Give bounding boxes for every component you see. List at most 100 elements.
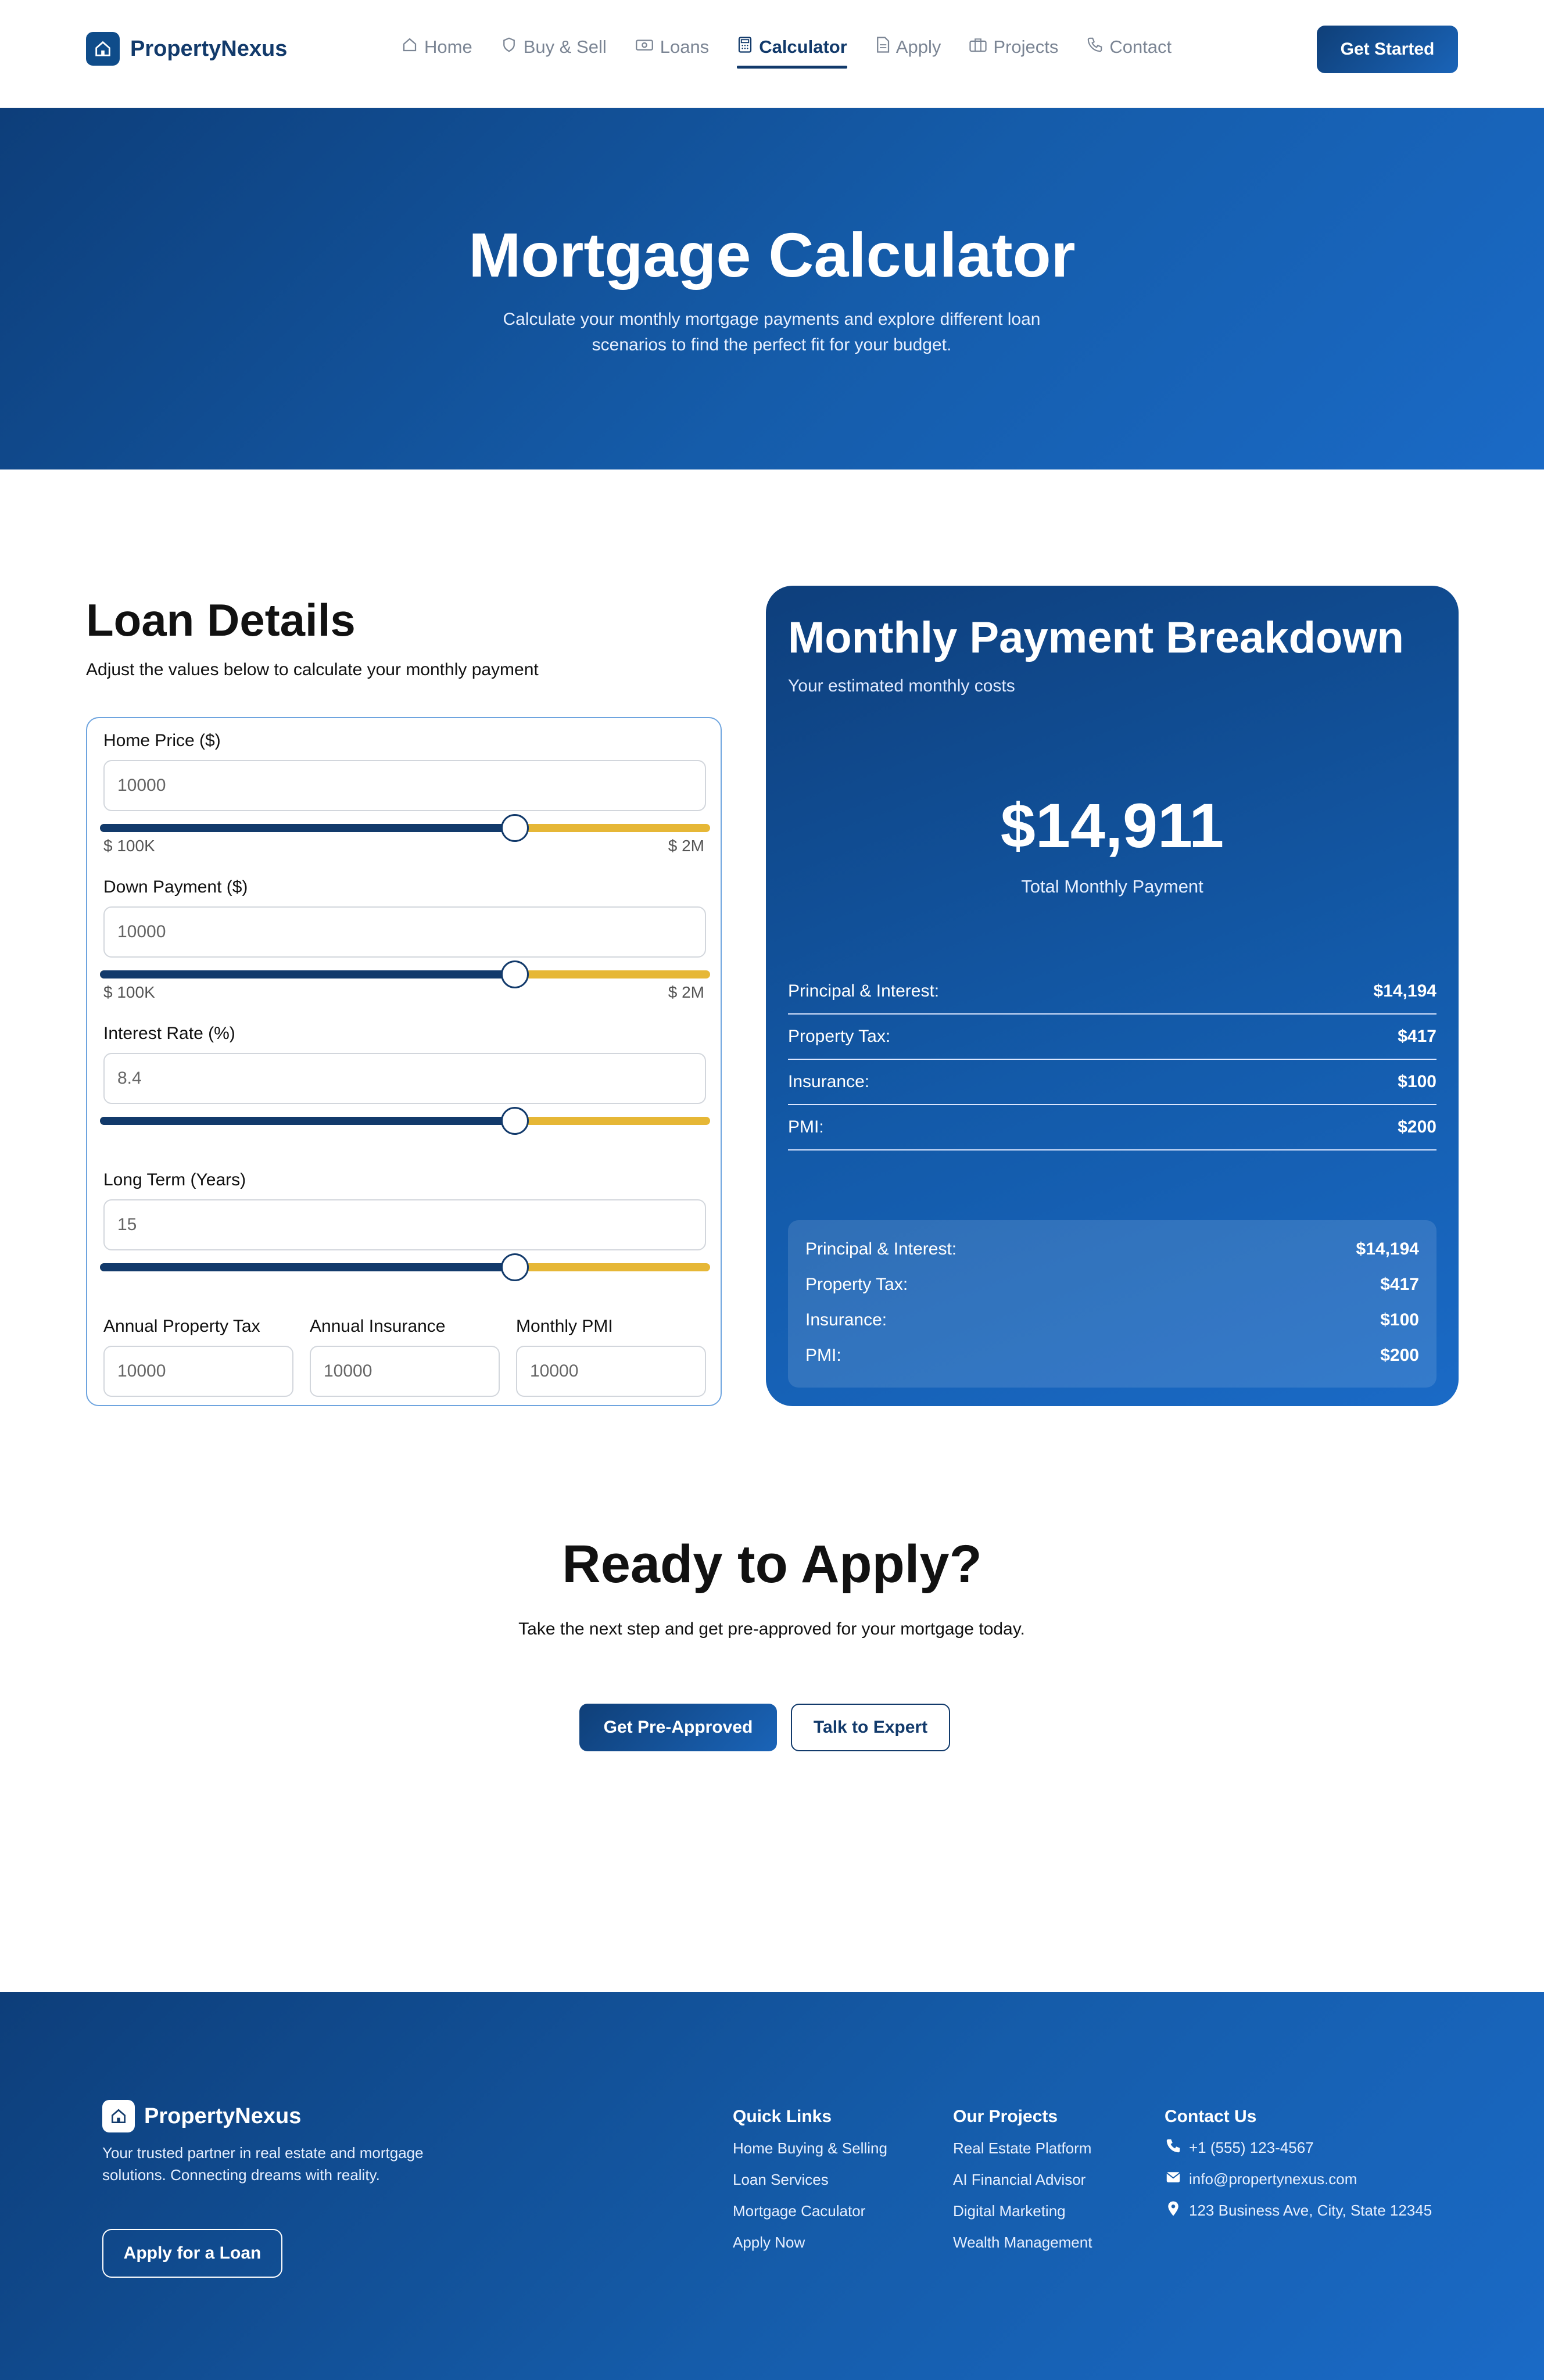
nav-apply-label: Apply <box>895 37 941 57</box>
site-footer: PropertyNexus Your trusted partner in re… <box>0 1992 1544 2380</box>
breakdown-row-value: $200 <box>1398 1117 1436 1137</box>
quick-links-title: Quick Links <box>733 2107 832 2126</box>
nav-projects[interactable]: Projects <box>969 36 1058 63</box>
footer-brand-name: PropertyNexus <box>144 2103 302 2128</box>
down-payment-max: $ 2M <box>668 983 704 1001</box>
nav-calculator-label: Calculator <box>759 37 847 57</box>
property-tax-label: Annual Property Tax <box>103 1317 260 1336</box>
down-payment-label: Down Payment ($) <box>103 877 248 897</box>
summary-row: Principal & Interest: $14,194 <box>805 1232 1419 1267</box>
footer-brand[interactable]: PropertyNexus <box>102 2100 301 2132</box>
summary-row-value: $200 <box>1380 1346 1419 1365</box>
hero-title: Mortgage Calculator <box>468 220 1076 290</box>
home-icon <box>401 36 418 58</box>
home-price-min: $ 100K <box>103 837 155 855</box>
interest-rate-slider-thumb[interactable] <box>501 1107 529 1135</box>
footer-link[interactable]: AI Financial Advisor <box>953 2171 1086 2189</box>
footer-link[interactable]: Wealth Management <box>953 2234 1092 2252</box>
breakdown-row-label: Insurance: <box>788 1072 870 1091</box>
top-navbar: PropertyNexus Home Buy & Sell Loans Calc… <box>0 0 1544 108</box>
shield-icon <box>500 36 518 58</box>
pmi-input[interactable]: 10000 <box>516 1346 706 1397</box>
down-payment-slider-fill <box>100 970 515 978</box>
loan-term-input[interactable]: 15 <box>103 1199 706 1250</box>
down-payment-input[interactable]: 10000 <box>103 906 706 958</box>
summary-row: Insurance: $100 <box>805 1303 1419 1338</box>
banknote-icon <box>635 36 654 58</box>
loan-details-title: Loan Details <box>86 594 356 646</box>
home-price-slider[interactable] <box>100 814 710 842</box>
brand-logo[interactable]: PropertyNexus <box>86 32 287 66</box>
summary-row: PMI: $200 <box>805 1338 1419 1373</box>
briefcase-icon <box>969 36 987 58</box>
apply-for-loan-button[interactable]: Apply for a Loan <box>102 2229 282 2278</box>
breakdown-row-value: $100 <box>1398 1072 1436 1091</box>
loan-term-slider[interactable] <box>100 1253 710 1281</box>
cta-subtitle: Take the next step and get pre-approved … <box>518 1619 1025 1639</box>
breakdown-row-label: Principal & Interest: <box>788 981 940 1001</box>
home-price-input[interactable]: 10000 <box>103 760 706 811</box>
footer-link[interactable]: Real Estate Platform <box>953 2139 1091 2157</box>
property-tax-input[interactable]: 10000 <box>103 1346 293 1397</box>
footer-phone[interactable]: +1 (555) 123-4567 <box>1165 2137 1314 2159</box>
hero-banner: Mortgage Calculator Calculate your month… <box>0 108 1544 469</box>
insurance-label: Annual Insurance <box>310 1317 446 1336</box>
footer-link[interactable]: Loan Services <box>733 2171 829 2189</box>
interest-rate-input[interactable]: 8.4 <box>103 1053 706 1104</box>
pmi-label: Monthly PMI <box>516 1317 613 1336</box>
loan-term-label: Long Term (Years) <box>103 1170 246 1189</box>
phone-icon <box>1165 2137 1182 2159</box>
nav-loans[interactable]: Loans <box>635 36 709 63</box>
nav-calculator[interactable]: Calculator <box>737 36 847 69</box>
get-started-button[interactable]: Get Started <box>1317 26 1458 73</box>
hero-subtitle: Calculate your monthly mortgage payments… <box>503 310 1041 354</box>
nav-apply[interactable]: Apply <box>875 36 941 63</box>
footer-address: 123 Business Ave, City, State 12345 <box>1165 2200 1432 2221</box>
down-payment-slider[interactable] <box>100 960 710 988</box>
home-price-slider-thumb[interactable] <box>501 814 529 842</box>
interest-rate-slider-fill <box>100 1117 515 1125</box>
nav-contact-label: Contact <box>1109 37 1172 57</box>
interest-rate-slider[interactable] <box>100 1107 710 1135</box>
home-price-slider-fill <box>100 824 515 832</box>
total-monthly-payment-label: Total Monthly Payment <box>1021 876 1203 897</box>
nav-buy-sell-label: Buy & Sell <box>523 37 607 57</box>
breakdown-row: Principal & Interest: $14,194 <box>788 969 1436 1015</box>
down-payment-min: $ 100K <box>103 983 155 1001</box>
footer-link[interactable]: Mortgage Caculator <box>733 2202 865 2220</box>
footer-description: Your trusted partner in real estate and … <box>102 2144 424 2184</box>
total-monthly-payment: $14,911 <box>1000 790 1224 861</box>
nav-loans-label: Loans <box>660 37 710 57</box>
get-pre-approved-button[interactable]: Get Pre-Approved <box>579 1704 777 1751</box>
document-icon <box>875 36 890 58</box>
interest-rate-label: Interest Rate (%) <box>103 1024 235 1043</box>
summary-row: Property Tax: $417 <box>805 1267 1419 1302</box>
contact-us-title: Contact Us <box>1165 2107 1257 2126</box>
breakdown-subtitle: Your estimated monthly costs <box>788 676 1015 696</box>
footer-phone-text: +1 (555) 123-4567 <box>1189 2139 1314 2156</box>
payment-breakdown-card: Monthly Payment Breakdown Your estimated… <box>766 586 1459 1406</box>
footer-link[interactable]: Apply Now <box>733 2234 805 2252</box>
loan-details-subtitle: Adjust the values below to calculate you… <box>86 660 539 679</box>
phone-icon <box>1086 36 1104 58</box>
loan-term-slider-thumb[interactable] <box>501 1253 529 1281</box>
footer-email[interactable]: info@propertynexus.com <box>1165 2168 1357 2190</box>
down-payment-slider-thumb[interactable] <box>501 960 529 988</box>
nav-contact[interactable]: Contact <box>1086 36 1172 63</box>
home-logo-icon <box>102 2100 135 2132</box>
breakdown-title: Monthly Payment Breakdown <box>788 613 1404 662</box>
footer-link[interactable]: Home Buying & Selling <box>733 2139 887 2157</box>
talk-to-expert-button[interactable]: Talk to Expert <box>791 1704 950 1751</box>
footer-email-text: info@propertynexus.com <box>1189 2170 1357 2188</box>
nav-home[interactable]: Home <box>401 36 472 63</box>
home-logo-icon <box>86 32 120 66</box>
breakdown-summary-box: Principal & Interest: $14,194 Property T… <box>788 1220 1436 1388</box>
footer-link[interactable]: Digital Marketing <box>953 2202 1066 2220</box>
nav-home-label: Home <box>424 37 472 57</box>
loan-term-slider-fill <box>100 1263 515 1271</box>
our-projects-title: Our Projects <box>953 2107 1058 2126</box>
calculator-icon <box>737 36 753 58</box>
nav-buy-sell[interactable]: Buy & Sell <box>500 36 607 63</box>
summary-row-label: PMI: <box>805 1346 841 1365</box>
insurance-input[interactable]: 10000 <box>310 1346 500 1397</box>
